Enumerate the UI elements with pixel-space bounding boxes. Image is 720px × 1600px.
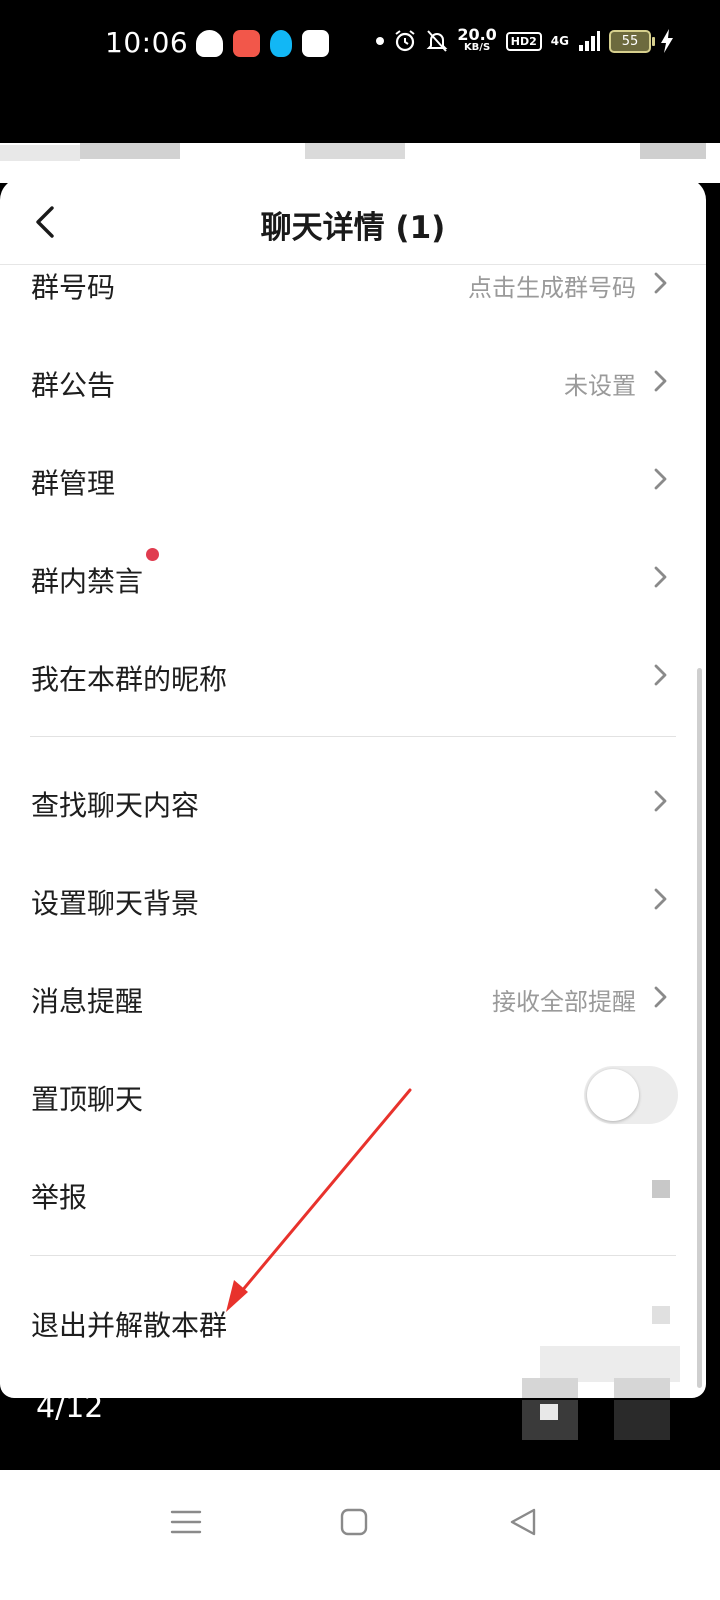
row-label: 查找聊天内容 <box>31 789 200 822</box>
row-label: 我在本群的昵称 <box>31 663 228 696</box>
blurred-block <box>522 1378 578 1398</box>
chevron-right-icon <box>654 468 667 490</box>
alarm-icon <box>395 30 415 52</box>
group-notice-row[interactable]: 群公告 未设置 <box>0 332 706 430</box>
scrollbar[interactable] <box>697 668 702 1388</box>
report-row[interactable]: 举报 <box>0 1144 706 1242</box>
row-value: 点击生成群号码 <box>468 274 636 302</box>
blurred-block <box>540 1404 558 1420</box>
baidu-icon <box>302 30 329 57</box>
row-label: 举报 <box>31 1181 88 1214</box>
row-label: 消息提醒 <box>31 985 144 1018</box>
blurred-block <box>614 1378 670 1398</box>
chevron-right-icon <box>654 664 667 686</box>
chevron-right-icon <box>654 566 667 588</box>
row-label: 群公告 <box>31 369 116 402</box>
row-value: 未设置 <box>564 372 636 400</box>
my-nickname-row[interactable]: 我在本群的昵称 <box>0 626 706 724</box>
blurred-block <box>80 143 180 159</box>
status-indicators: 20.0 KB/S HD2 4G 55 <box>376 25 674 54</box>
chevron-right-icon <box>654 790 667 812</box>
blurred-block <box>0 145 80 161</box>
row-label: 置顶聊天 <box>31 1083 144 1116</box>
blurred-block <box>652 1306 670 1324</box>
chat-details-sheet: 聊天详情 (1) 群号码 点击生成群号码 群公告 未设置 群管理 群内禁言 我在… <box>0 178 706 1398</box>
battery-indicator: 55 <box>609 29 655 53</box>
blurred-block <box>640 143 706 159</box>
message-alert-row[interactable]: 消息提醒 接收全部提醒 <box>0 948 706 1046</box>
silent-bell-icon <box>426 30 448 52</box>
network-speed: 20.0 KB/S <box>457 25 497 54</box>
row-label: 群管理 <box>31 467 116 500</box>
signal-icon <box>579 31 600 51</box>
chevron-right-icon <box>654 888 667 910</box>
back-triangle-icon[interactable] <box>504 1502 544 1542</box>
group-number-row[interactable]: 群号码 点击生成群号码 <box>0 234 706 332</box>
hd-badge: HD2 <box>505 31 542 51</box>
section-divider <box>30 736 676 737</box>
row-label: 群号码 <box>31 271 116 304</box>
chevron-right-icon <box>654 272 667 294</box>
blurred-block <box>305 143 405 159</box>
new-feature-dot <box>146 548 159 561</box>
network-type: 4G <box>550 34 569 48</box>
charging-icon <box>661 29 673 53</box>
status-bar: 10:06 20.0 KB/S HD2 4G 55 <box>0 0 720 90</box>
pin-chat-toggle[interactable] <box>584 1066 678 1124</box>
blurred-background-strip <box>0 143 720 183</box>
notification-dot-icon <box>376 37 385 45</box>
search-history-row[interactable]: 查找聊天内容 <box>0 752 706 850</box>
status-app-icons <box>196 30 329 57</box>
section-divider <box>30 1255 676 1256</box>
blurred-block <box>652 1180 670 1198</box>
row-value: 接收全部提醒 <box>492 988 636 1016</box>
blurred-block <box>540 1346 680 1382</box>
row-label: 设置聊天背景 <box>31 887 200 920</box>
menu-icon[interactable] <box>166 1502 206 1542</box>
blurred-block <box>614 1400 670 1440</box>
chevron-right-icon <box>654 986 667 1008</box>
page-counter: 4/12 <box>36 1390 104 1425</box>
cat-app-icon <box>196 30 223 57</box>
row-label: 退出并解散本群 <box>31 1309 228 1342</box>
pin-chat-row: 置顶聊天 <box>0 1046 706 1144</box>
group-mute-row[interactable]: 群内禁言 <box>0 528 706 626</box>
group-manage-row[interactable]: 群管理 <box>0 430 706 528</box>
system-navigation-bar <box>0 1470 720 1600</box>
chat-background-row[interactable]: 设置聊天背景 <box>0 850 706 948</box>
row-label: 群内禁言 <box>31 565 144 598</box>
home-icon[interactable] <box>334 1502 374 1542</box>
chevron-right-icon <box>654 370 667 392</box>
status-time: 10:06 <box>105 26 189 59</box>
qq-icon <box>270 30 292 57</box>
toggle-knob <box>587 1069 639 1121</box>
kuaishou-icon <box>233 30 260 57</box>
